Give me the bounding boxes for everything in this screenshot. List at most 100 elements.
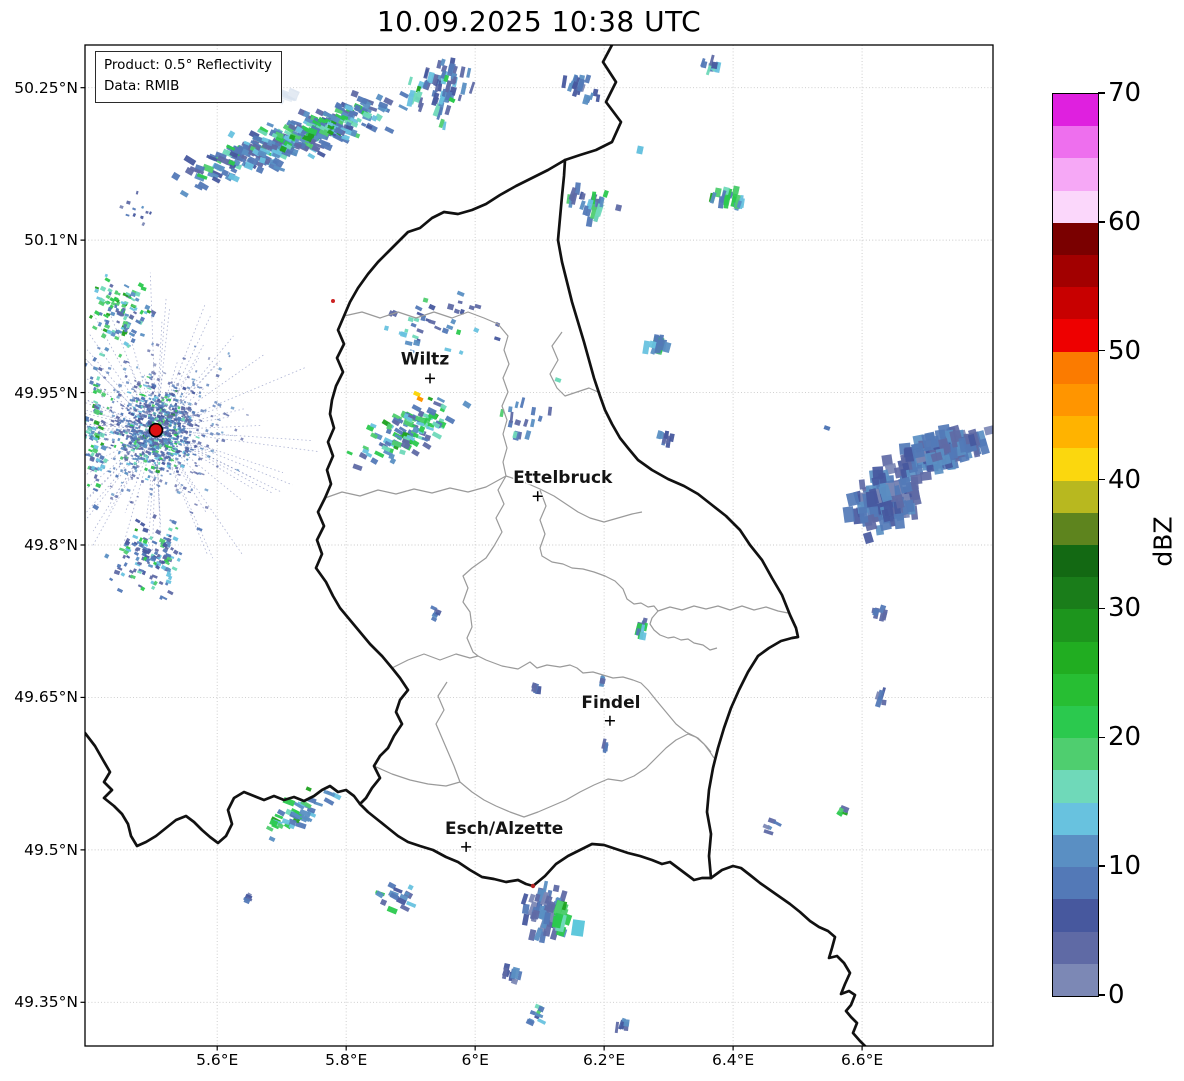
radar-cell [167,381,171,386]
colorbar-segment-5-7.5dbz [1053,899,1098,932]
radar-cell [194,423,198,427]
radar-cell [161,461,166,466]
colorbar-segment-47.5-50dbz [1053,351,1098,384]
radar-cell [112,457,116,461]
radar-cell [169,408,172,411]
radar-cell [135,556,140,562]
radar-cell [316,150,326,158]
radar-cell [130,574,136,580]
radar-cell [103,388,107,391]
colorbar-segment-57.5-60dbz [1053,222,1098,255]
radar-cell [240,437,244,441]
radar-cell [404,340,413,346]
country-border-germany-france [709,864,867,1046]
radar-cell [177,473,181,476]
radar-cell [80,410,84,414]
radar-cell [191,439,197,443]
radar-cell [183,154,197,166]
radar-cell [196,428,199,432]
radar-cell [179,189,189,198]
radar-cell [398,104,409,111]
x-tick-label: 6.4°E [712,1051,755,1069]
radar-cell [858,479,866,490]
colorbar-segment-55-57.5dbz [1053,254,1098,288]
radar-cell [171,171,181,181]
radar-cell [234,428,238,432]
radar-cell [602,189,609,198]
radar-cell [217,402,222,407]
radar-cell [507,406,513,413]
radar-cell [204,505,209,509]
radar-cell [407,76,413,86]
radar-cell [141,205,145,209]
district-border-g1 [343,311,510,477]
radar-cell [410,322,417,328]
radar-cell [416,395,424,403]
weather-radar-figure: 10.09.2025 10:38 UTC Wiltz Ettelbruck Find… [0,0,1184,1081]
radar-cell [110,311,116,317]
radar-cell [520,893,529,906]
x-tick-label: 6.2°E [583,1051,626,1069]
radar-cell [128,411,132,415]
radar-cell [422,297,429,303]
radar-cell [131,388,135,391]
radar-cell [983,424,993,436]
radar-cell [158,479,163,483]
colorbar-tick-label: 50 [1108,335,1142,366]
radar-cell [132,212,137,218]
radar-cell [110,444,114,447]
radar-cell [399,90,410,99]
radar-cell [137,410,143,413]
radar-cell [182,486,187,491]
radar-cell [228,354,231,358]
radar-cell [144,478,149,481]
y-tick-label: 49.8°N [24,535,78,554]
colorbar-segment-40-42.5dbz [1053,448,1098,481]
radar-cell [172,425,177,429]
radar-cell [636,145,644,155]
radar-cell [118,353,123,358]
radar-cell [152,513,157,519]
district-border-g10 [539,489,718,651]
radar-cell [113,444,117,449]
radar-cell [107,366,112,370]
radar-cell [823,425,831,431]
radar-cell [92,504,100,511]
colorbar-tick-label: 0 [1108,980,1125,1010]
city-label: Findel [581,693,640,713]
radar-cell [176,557,181,562]
district-border-g11 [657,605,789,614]
radar-cell [460,82,467,95]
radar-cell [416,328,424,334]
radar-cell [174,484,178,488]
radar-cell [457,300,463,305]
radar-cell [195,369,198,373]
x-tick-label: 5.8°E [325,1051,368,1069]
radar-cell [109,577,114,582]
radar-cell [110,419,115,423]
radar-cell [444,415,456,425]
radar-cell [118,547,126,552]
colorbar-tick-label: 70 [1108,78,1142,108]
radar-cell [175,445,179,448]
colorbar-segment-15-17.5dbz [1053,770,1098,803]
radar-cell [122,554,127,559]
radar-cell [92,487,99,492]
radar-cell [525,1018,535,1027]
radar-cell [126,200,131,205]
radar-cell [225,413,230,417]
radar-cell [570,919,586,937]
city-label: Ettelbruck [513,468,613,488]
colorbar-tick-label: 20 [1108,722,1142,753]
radar-cell [116,320,121,324]
radar-cell [91,325,98,331]
radar-cell [455,329,462,336]
city-marker-icon [461,841,472,852]
colorbar-tick-label: 30 [1108,593,1142,624]
radar-cell [133,310,138,315]
radar-cell [220,431,224,434]
radar-cell [93,386,97,391]
radar-cell [537,1018,547,1025]
radar-cell [128,296,132,300]
artifact-dot [331,299,335,303]
